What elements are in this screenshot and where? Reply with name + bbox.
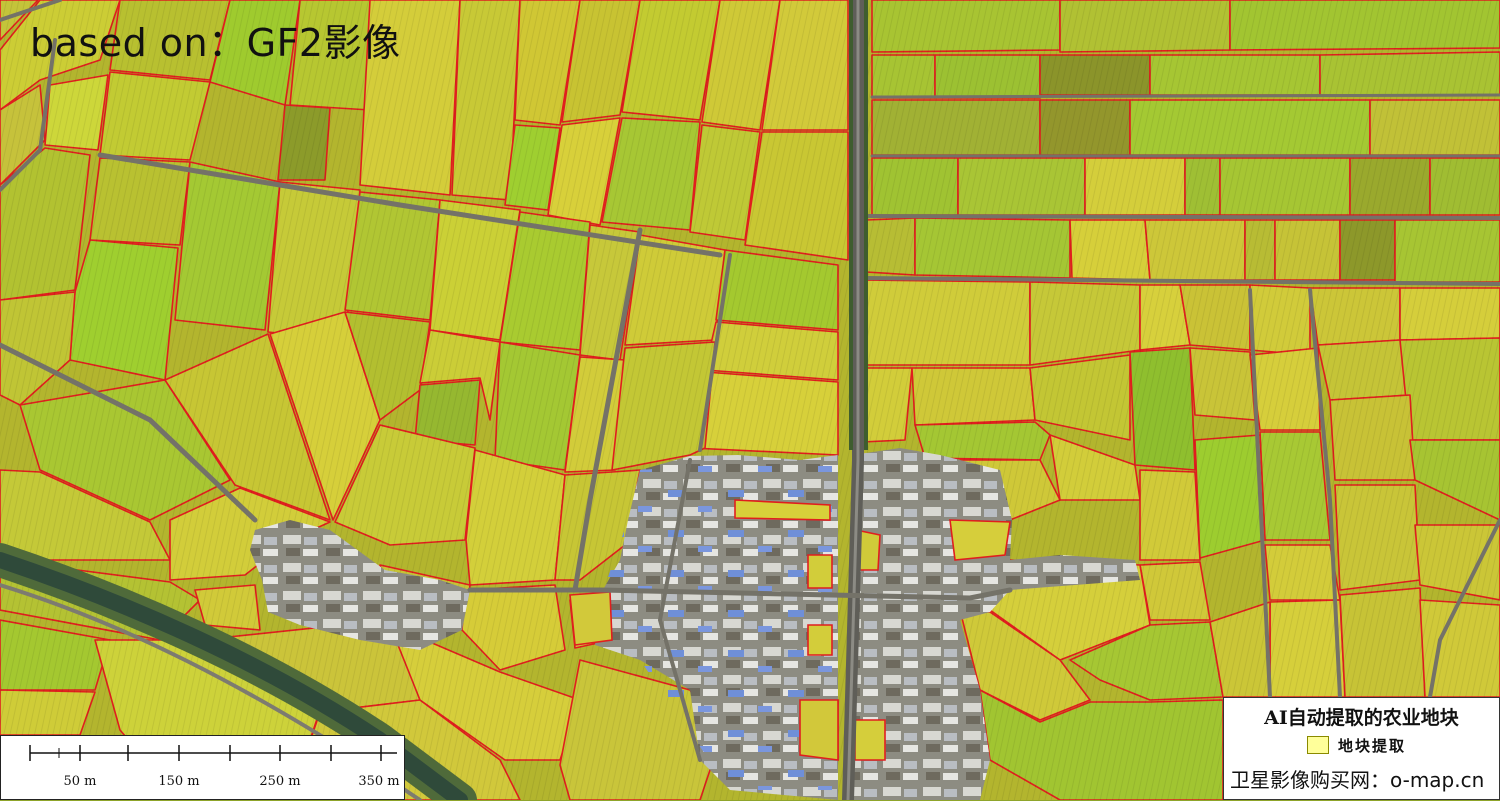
field-road: [864, 214, 1500, 220]
field-parcel: [799, 699, 839, 761]
scale-bar-graphic: [29, 745, 397, 761]
field-parcel: [807, 554, 833, 589]
legend-item-label: 地块提取: [1338, 737, 1407, 755]
field-parcel: [569, 591, 613, 646]
scale-bar-label: 50 m: [63, 774, 97, 789]
field-road: [870, 93, 1500, 99]
satellite-imagery: [0, 0, 1500, 800]
legend-title: AI自动提取的农业地块: [1264, 707, 1459, 729]
field-parcel: [807, 624, 833, 656]
yellow-square-swatch-icon: [1307, 736, 1329, 754]
field-parcel: [949, 519, 1011, 561]
imagery-credit: 卫星影像购买网：o-map.cn: [1230, 768, 1485, 792]
field-parcel: [854, 719, 886, 761]
satellite-map-view[interactable]: based on：GF2影像 50 m 150 m 250 m 350 m AI…: [0, 0, 1500, 800]
scale-bar-label: 250 m: [259, 774, 301, 789]
scale-bar-label: 150 m: [158, 774, 200, 789]
map-legend: AI自动提取的农业地块 地块提取 卫星影像购买网：o-map.cn: [1223, 697, 1500, 800]
scale-bar: 50 m 150 m 250 m 350 m: [0, 735, 405, 800]
imagery-source-label: based on：GF2影像: [30, 21, 401, 65]
scale-bar-label: 350 m: [358, 774, 400, 789]
